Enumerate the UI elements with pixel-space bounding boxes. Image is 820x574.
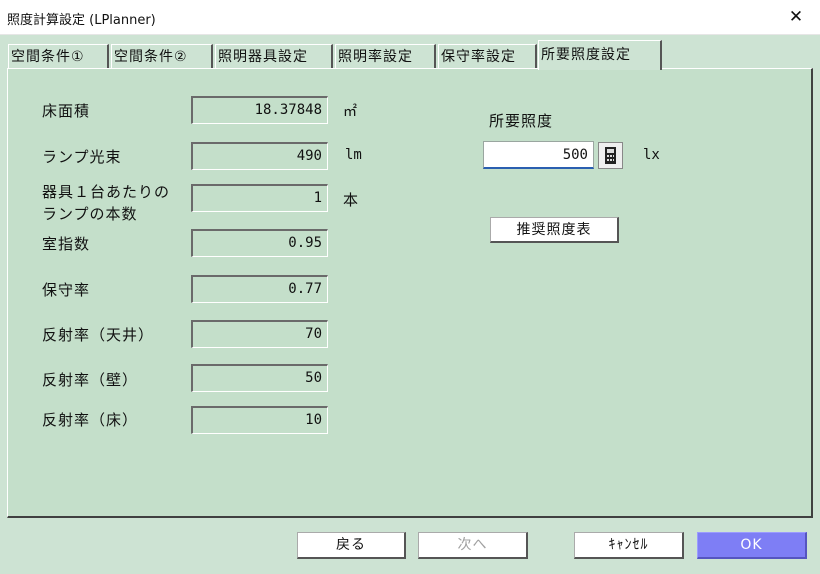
tab-space-1[interactable]: 空間条件①: [8, 44, 109, 68]
maintenance-factor-label: 保守率: [42, 281, 91, 299]
window-title: 照度計算設定 (LPlanner): [7, 13, 156, 28]
tab-required-illuminance[interactable]: 所要照度設定: [538, 40, 662, 70]
reflectance-wall-label: 反射率（壁）: [42, 371, 139, 389]
floor-area-value: 18.37848: [191, 96, 328, 124]
tab-panel: [7, 68, 813, 518]
lamp-flux-label: ランプ光束: [42, 148, 122, 166]
reflectance-wall-value: 50: [191, 364, 328, 392]
next-button[interactable]: 次へ: [418, 532, 528, 559]
recommended-illuminance-button[interactable]: 推奨照度表: [490, 217, 619, 243]
required-illuminance-label: 所要照度: [489, 112, 554, 130]
back-button[interactable]: 戻る: [297, 532, 406, 559]
reflectance-ceiling-label: 反射率（天井）: [42, 326, 155, 344]
reflectance-floor-label: 反射率（床）: [42, 411, 139, 429]
lamps-per-fixture-label: 器具１台あたりの ランプの本数: [42, 183, 171, 223]
reflectance-ceiling-value: 70: [191, 320, 328, 348]
calculator-icon[interactable]: [598, 142, 623, 169]
room-index-label: 室指数: [42, 235, 91, 253]
tab-utilization[interactable]: 照明率設定: [335, 44, 436, 68]
tab-fixture[interactable]: 照明器具設定: [215, 44, 333, 68]
lamps-per-fixture-unit: 本: [343, 191, 359, 209]
room-index-value: 0.95: [191, 229, 328, 257]
dialog-client: 空間条件① 空間条件② 照明器具設定 照明率設定 保守率設定 所要照度設定 床面…: [0, 35, 820, 574]
tab-maintenance[interactable]: 保守率設定: [438, 44, 537, 68]
required-illuminance-unit: lx: [643, 147, 660, 163]
maintenance-factor-value: 0.77: [191, 275, 328, 303]
lamps-per-fixture-value: 1: [191, 184, 328, 212]
lamp-flux-value: 490: [191, 142, 328, 170]
required-illuminance-input[interactable]: 500: [483, 141, 594, 169]
cancel-button[interactable]: ｷｬﾝｾﾙ: [574, 532, 684, 559]
floor-area-unit: ㎡: [343, 104, 357, 120]
tab-space-2[interactable]: 空間条件②: [111, 44, 213, 68]
title-bar: 照度計算設定 (LPlanner) ✕: [0, 0, 820, 35]
lamp-flux-unit: lm: [345, 147, 362, 163]
ok-button[interactable]: OK: [697, 532, 807, 559]
floor-area-label: 床面積: [42, 102, 91, 120]
close-icon[interactable]: ✕: [784, 6, 808, 28]
reflectance-floor-value: 10: [191, 406, 328, 434]
